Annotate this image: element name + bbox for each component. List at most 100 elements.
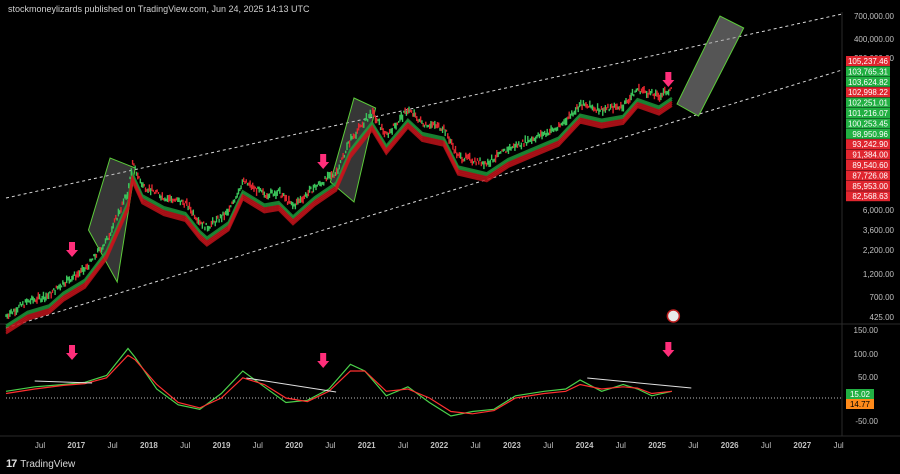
- candle: [206, 225, 209, 232]
- candle: [488, 160, 490, 168]
- candle: [253, 185, 255, 192]
- candle: [347, 141, 349, 144]
- candle: [239, 188, 241, 192]
- time-axis-label: 2023: [503, 441, 521, 450]
- candle: [439, 127, 441, 131]
- candle: [485, 162, 488, 167]
- candle: [635, 88, 638, 93]
- osc-axis-label: 50.00: [858, 373, 879, 382]
- candle: [368, 114, 370, 119]
- candle: [66, 275, 68, 284]
- candle: [217, 215, 219, 219]
- candle: [337, 168, 339, 174]
- time-axis-label: 2024: [576, 441, 594, 450]
- candle: [342, 152, 344, 159]
- candle: [323, 181, 325, 186]
- candle: [267, 193, 269, 200]
- candle: [525, 141, 528, 146]
- candle: [197, 217, 200, 225]
- candle: [99, 246, 101, 253]
- candle: [126, 191, 129, 199]
- candle: [179, 200, 182, 206]
- candle: [24, 299, 27, 303]
- candle: [505, 151, 507, 154]
- candle: [223, 212, 225, 221]
- candle: [647, 92, 649, 98]
- candle: [545, 132, 547, 138]
- chart-frame: stockmoneylizards published on TradingVi…: [0, 0, 900, 474]
- candle: [299, 195, 302, 203]
- price-chart-svg[interactable]: 700,000.00400,000.00280,000.006,000.003,…: [0, 0, 900, 474]
- candle: [161, 192, 163, 200]
- price-tag-label: 103,624.82: [848, 78, 889, 87]
- candle: [497, 152, 499, 157]
- candle: [281, 192, 284, 198]
- candle: [498, 151, 501, 155]
- time-axis-label: 2019: [213, 441, 231, 450]
- candle: [564, 118, 566, 126]
- candle: [286, 201, 289, 205]
- candle: [587, 105, 590, 108]
- candle: [76, 271, 78, 278]
- candle: [205, 222, 207, 226]
- candle: [242, 177, 245, 183]
- candle: [613, 102, 616, 108]
- candle: [170, 195, 173, 203]
- candle: [95, 253, 98, 258]
- candle: [54, 289, 56, 296]
- candle: [108, 233, 111, 241]
- tradingview-brand: TradingView: [20, 458, 76, 470]
- candle: [174, 198, 176, 202]
- candle: [374, 115, 377, 124]
- candle: [159, 194, 161, 199]
- candle: [67, 276, 69, 281]
- candle: [133, 163, 135, 166]
- time-axis-label: 2017: [67, 441, 85, 450]
- candle: [531, 136, 533, 144]
- candle: [221, 214, 223, 223]
- candle: [258, 186, 260, 193]
- candle: [514, 143, 516, 151]
- candle: [560, 122, 563, 126]
- candle: [294, 203, 297, 210]
- candle: [611, 103, 613, 108]
- candle: [421, 120, 423, 124]
- candle: [102, 244, 104, 250]
- candle: [321, 181, 324, 185]
- candle: [334, 172, 337, 177]
- candle: [160, 195, 162, 201]
- candle: [64, 281, 67, 287]
- price-axis-label: 3,600.00: [863, 226, 895, 235]
- time-axis-label: Jul: [398, 441, 408, 450]
- candle: [573, 110, 576, 115]
- candle: [338, 164, 340, 170]
- time-axis-label: Jul: [180, 441, 190, 450]
- candle: [317, 181, 320, 185]
- candle: [303, 194, 306, 200]
- candle: [431, 121, 433, 128]
- candle: [527, 135, 529, 144]
- candle: [608, 108, 610, 112]
- candle: [228, 205, 231, 212]
- candle: [352, 133, 355, 140]
- candle: [649, 90, 652, 96]
- candle: [266, 193, 268, 200]
- candle: [538, 133, 541, 139]
- candle: [399, 114, 401, 122]
- candle: [519, 145, 521, 148]
- time-axis-label: 2021: [358, 441, 376, 450]
- candle: [434, 120, 436, 129]
- candle: [23, 304, 25, 309]
- candle: [612, 105, 614, 114]
- candle: [396, 122, 399, 126]
- price-tag-label: 100,253.45: [848, 119, 889, 128]
- candle: [147, 188, 149, 193]
- candle: [563, 119, 565, 125]
- candle: [409, 109, 411, 113]
- candle: [106, 235, 108, 241]
- candle: [329, 172, 331, 180]
- candle: [378, 118, 380, 126]
- osc-value-tag-label: 15.02: [850, 390, 871, 399]
- candle: [283, 192, 285, 197]
- candle: [268, 193, 271, 198]
